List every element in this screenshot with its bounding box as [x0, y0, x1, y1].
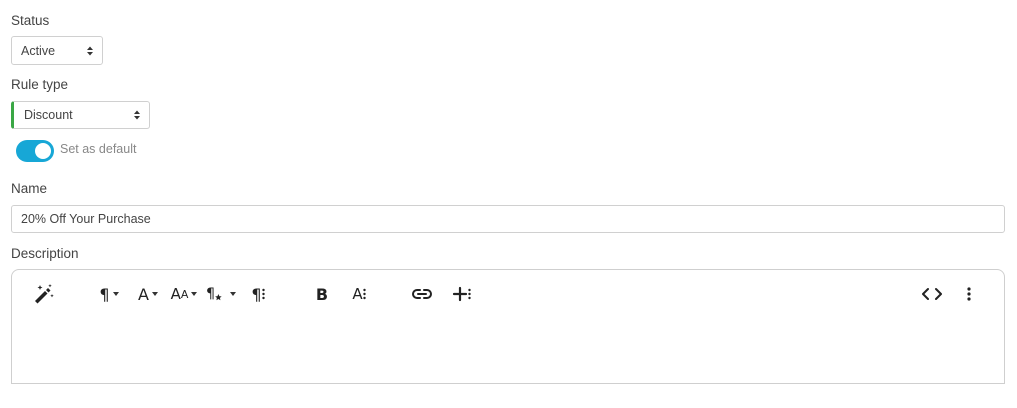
status-select[interactable]: Active: [11, 36, 103, 65]
font-family-icon[interactable]: A: [135, 283, 161, 305]
rule-type-label: Rule type: [11, 77, 69, 92]
rule-type-select[interactable]: Discount: [11, 101, 150, 129]
link-icon[interactable]: [411, 283, 433, 305]
name-label: Name: [11, 181, 48, 196]
status-label: Status: [11, 13, 50, 28]
select-arrows-icon: [134, 110, 140, 120]
status-select-value: Active: [21, 43, 56, 58]
rule-type-select-value: Discount: [24, 108, 73, 122]
font-size-icon[interactable]: AA: [169, 283, 199, 305]
description-label: Description: [11, 246, 79, 261]
more-misc-icon[interactable]: [963, 283, 975, 305]
paragraph-style-icon[interactable]: ¶: [206, 283, 236, 305]
description-content-area[interactable]: [12, 318, 1004, 383]
default-toggle-row: Set as default: [16, 140, 136, 162]
name-input-value: 20% Off Your Purchase: [21, 212, 151, 226]
more-text-icon[interactable]: A: [348, 283, 370, 305]
toggle-knob: [35, 143, 51, 159]
name-input[interactable]: 20% Off Your Purchase: [11, 205, 1005, 233]
set-as-default-label: Set as default: [60, 142, 137, 156]
magic-wand-icon[interactable]: [31, 283, 55, 305]
bold-icon[interactable]: B: [312, 283, 332, 305]
svg-text:¶: ¶: [206, 286, 215, 302]
code-view-icon[interactable]: [921, 283, 943, 305]
paragraph-format-icon[interactable]: ¶: [96, 283, 122, 305]
more-insert-icon[interactable]: [449, 283, 473, 305]
more-paragraph-icon[interactable]: ¶: [247, 283, 269, 305]
description-editor[interactable]: ¶ A AA ¶ ¶ B A: [11, 269, 1005, 384]
select-arrows-icon: [87, 46, 93, 55]
set-as-default-toggle[interactable]: [16, 140, 54, 162]
